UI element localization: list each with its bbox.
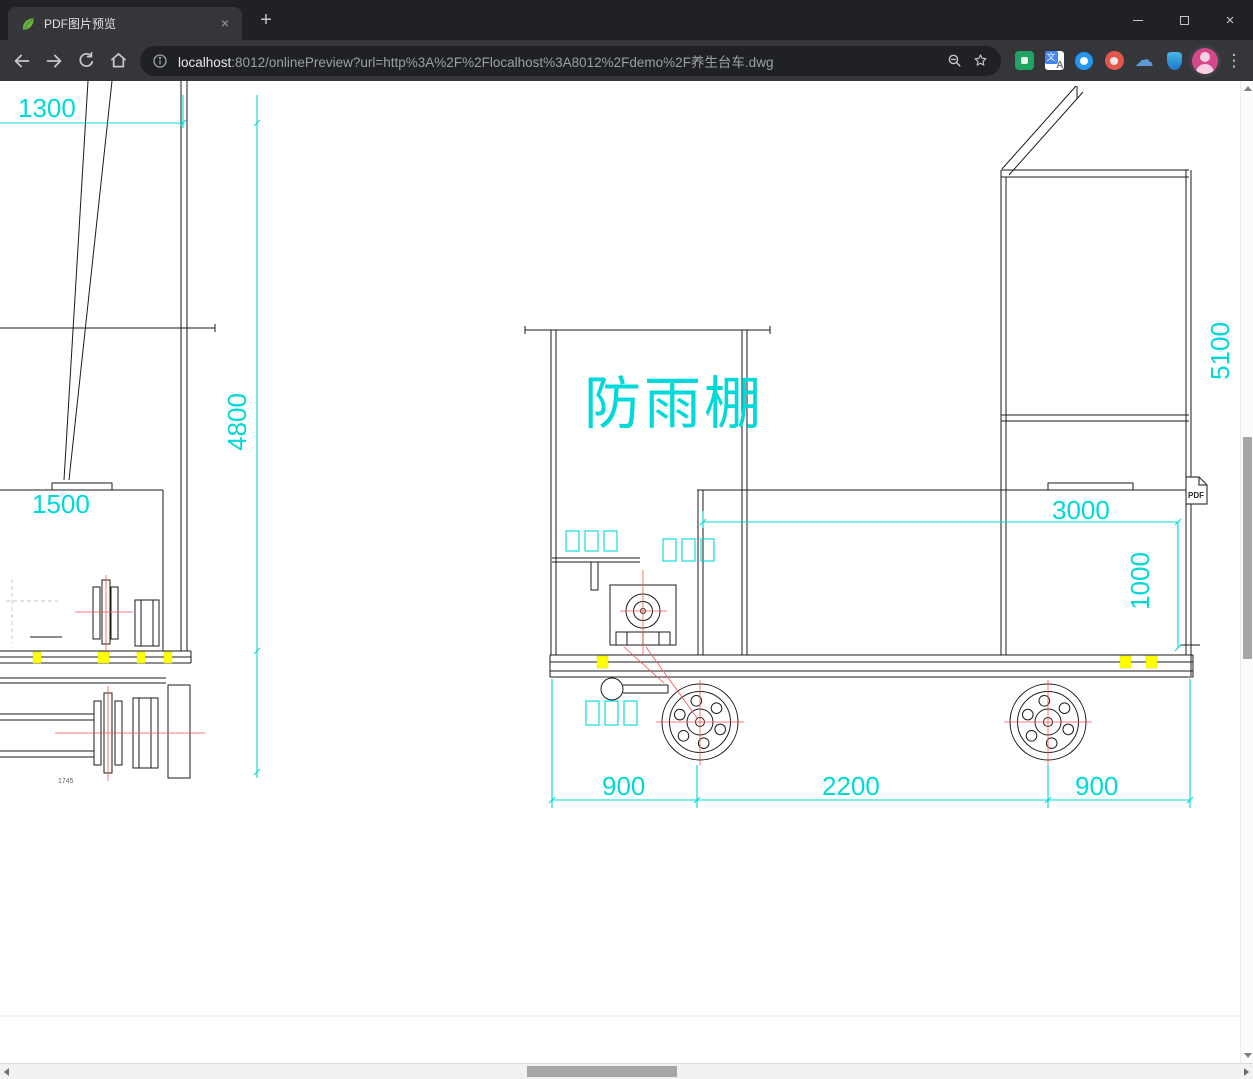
dim-1300: 1300 [18,93,76,123]
canopy-label: 防雨棚 [584,372,764,436]
extension-icon-4[interactable] [1099,46,1129,76]
horizontal-scrollbar-thumb[interactable] [527,1066,677,1077]
dim-900-right: 900 [1075,771,1118,801]
profile-button[interactable] [1189,44,1221,77]
red-extension-icon [1104,51,1124,70]
magnifier-icon [948,54,961,67]
dim-4800: 4800 [222,393,252,451]
reload-button[interactable] [70,45,102,77]
scroll-right-arrow-icon[interactable] [1244,1068,1249,1076]
extension-icon-2[interactable]: 文 A [1039,46,1069,76]
green-extension-icon [1014,51,1034,70]
url-host: localhost [178,54,232,70]
zoom-button[interactable] [941,48,967,74]
forward-button[interactable] [38,45,70,77]
horizontal-scrollbar[interactable] [0,1063,1253,1079]
trolley-bed [549,654,1194,678]
vertical-scrollbar-thumb[interactable] [1243,437,1252,659]
scroll-left-arrow-icon[interactable] [4,1068,9,1076]
browser-menu-button[interactable]: ⋮ [1221,45,1247,77]
cloud-icon: ☁ [1134,50,1154,71]
scroll-up-arrow-icon[interactable] [1244,86,1252,91]
yellow-pad-marks [32,651,1158,669]
window-close-button[interactable]: × [1207,0,1253,40]
center-lines [55,570,1092,781]
home-button[interactable] [102,45,134,77]
blue-circle-icon [1075,51,1093,70]
dim-1500: 1500 [32,489,90,519]
dimension-texts: 1300 4800 1500 防雨棚 5100 3000 1000 900 22… [18,93,1235,801]
url-text: localhost:8012/onlinePreview?url=http%3A… [178,51,941,71]
dim-3000: 3000 [1052,495,1110,525]
url-address-bar[interactable]: localhost:8012/onlinePreview?url=http%3A… [140,45,1001,76]
extension-icon-3[interactable] [1069,46,1099,76]
back-arrow-icon [14,54,30,67]
pdf-badge-text: PDF [1188,491,1204,500]
avatar [1192,47,1218,74]
shield-icon [1166,51,1182,70]
home-icon [110,53,126,68]
new-tab-button[interactable]: + [252,8,280,34]
dimension-lines [0,95,1194,808]
minimize-icon [1133,19,1143,21]
forward-arrow-icon [46,54,62,67]
motor-assembly [600,584,677,701]
tab-close-icon[interactable]: × [216,15,234,33]
translate-icon: 文 A [1044,51,1064,71]
maximize-icon [1179,15,1189,25]
url-path: :8012/onlinePreview?url=http%3A%2F%2Floc… [231,54,774,70]
browser-toolbar: localhost:8012/onlinePreview?url=http%3A… [0,40,1253,81]
small-dim-note: 1745 [58,778,74,785]
dwg-preview-page: 1300 4800 1500 防雨棚 5100 3000 1000 900 22… [0,81,1240,1063]
translate-a-glyph: A [1056,60,1064,71]
hidden-lines [6,579,58,643]
cad-drawing: 1300 4800 1500 防雨棚 5100 3000 1000 900 22… [0,81,1240,1017]
extension-icon-1[interactable] [1009,46,1039,76]
pdf-export-icon[interactable]: PDF [1185,476,1208,505]
tab-title: PDF图片预览 [44,17,117,31]
dim-5100: 5100 [1205,322,1235,380]
spring-leaf-favicon-icon [22,17,34,30]
dim-1000: 1000 [1125,552,1155,610]
extension-icon-5[interactable]: ☁ [1129,46,1159,76]
star-icon [974,54,986,66]
reload-icon [78,51,93,67]
browser-titlebar: PDF图片预览 × + × [0,0,1253,40]
dim-900-left: 900 [602,771,645,801]
site-info-icon[interactable] [152,53,168,69]
bookmark-button[interactable] [967,48,993,74]
scroll-down-arrow-icon[interactable] [1244,1053,1252,1058]
vertical-scrollbar[interactable] [1240,81,1253,1063]
extension-icon-6[interactable] [1159,46,1189,76]
window-maximize-button[interactable] [1161,0,1207,40]
left-elevation-view [0,81,216,779]
window-minimize-button[interactable] [1115,0,1161,40]
back-button[interactable] [6,45,38,77]
browser-tab[interactable]: PDF图片预览 × [8,7,242,40]
dim-2200: 2200 [822,771,880,801]
